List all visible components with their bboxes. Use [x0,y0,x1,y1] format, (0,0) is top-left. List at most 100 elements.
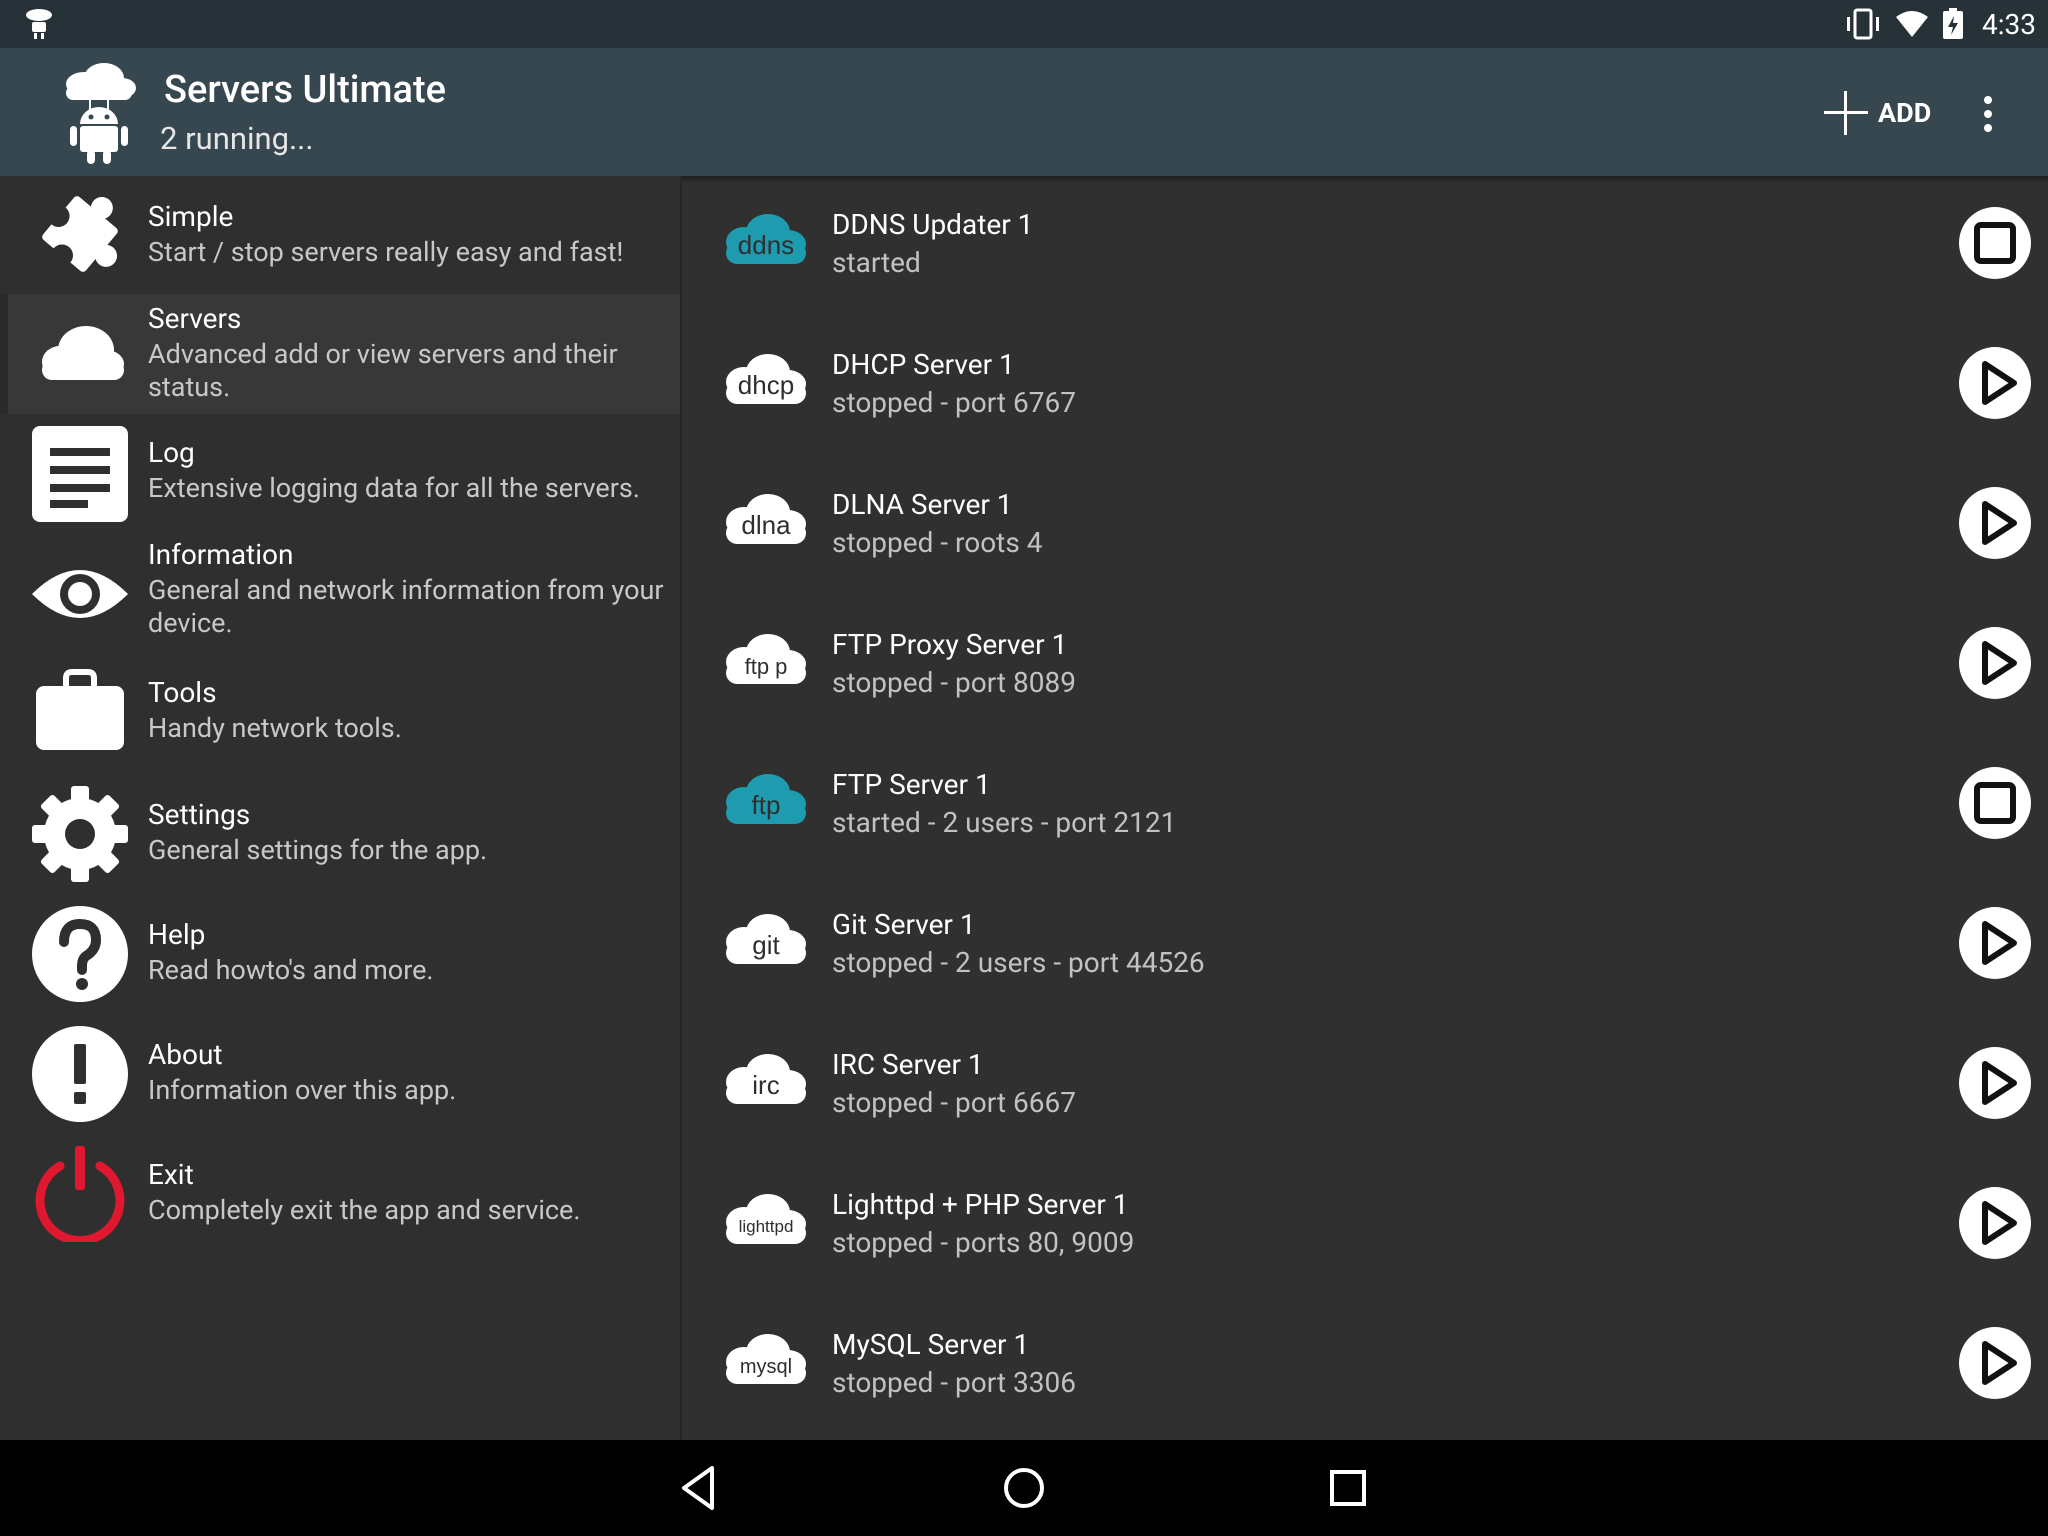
app-logo-icon [66,63,136,164]
server-name: FTP Server 1 [832,768,991,801]
menu-item-log[interactable]: Log Extensive logging data for all the s… [0,414,680,534]
app-notification-icon [26,9,52,39]
home-icon[interactable] [998,1462,1050,1514]
app-bar: Servers Ultimate 2 running... ADD [0,48,2048,184]
menu-item-desc: General settings for the app. [148,834,488,866]
server-tag: dhcp [738,370,794,400]
server-row-ddns[interactable]: ddns DDNS Updater 1 started [682,176,2048,316]
menu-item-title: Servers [148,302,242,335]
plus-icon [1824,91,1868,135]
play-button[interactable] [1958,906,2032,980]
play-button[interactable] [1958,626,2032,700]
battery-icon [1943,8,1963,39]
ddns-cloud-icon: ddns [726,214,806,264]
menu-item-servers[interactable]: Servers Advanced add or view servers and… [0,294,680,414]
server-row-lighttpd[interactable]: lighttpd Lighttpd + PHP Server 1 stopped… [682,1156,2048,1296]
menu-item-desc: Start / stop servers really easy and fas… [148,236,624,268]
server-name: Git Server 1 [832,908,976,941]
server-status: stopped - ports 80, 9009 [832,1226,1135,1259]
play-button[interactable] [1958,1186,2032,1260]
ftp-cloud-icon: ftp [726,774,806,824]
server-name: DHCP Server 1 [832,348,1015,381]
menu-item-desc: Read howto's and more. [148,954,434,986]
about-icon [32,1026,128,1122]
menu-item-desc: General and network information from you… [148,574,664,639]
navigation-menu: Simple Start / stop servers really easy … [0,176,680,1440]
server-row-dlna[interactable]: dlna DLNA Server 1 stopped - roots 4 [682,456,2048,596]
server-status: stopped - 2 users - port 44526 [832,946,1205,979]
menu-item-title: Information [148,538,294,571]
menu-item-tools[interactable]: Tools Handy network tools. [0,654,680,774]
server-status: stopped - port 3306 [832,1366,1076,1399]
server-name: DLNA Server 1 [832,488,1013,521]
server-status: started - 2 users - port 2121 [832,806,1177,839]
menu-item-about[interactable]: About Information over this app. [0,1014,680,1134]
server-tag: dlna [741,510,791,540]
wifi-icon [1896,11,1928,37]
menu-item-title: Settings [148,798,251,831]
overflow-menu-icon[interactable] [1972,90,2004,140]
server-status: stopped - port 6667 [832,1086,1076,1119]
server-row-ftp[interactable]: ftp FTP Server 1 started - 2 users - por… [682,736,2048,876]
git-cloud-icon: git [726,914,806,964]
add-button-label: ADD [1878,97,1932,129]
menu-item-desc: Information over this app. [148,1074,457,1106]
server-row-mysql[interactable]: mysql MySQL Server 1 stopped - port 3306 [682,1296,2048,1436]
system-nav-bar [0,1440,2048,1536]
server-row-irc[interactable]: irc IRC Server 1 stopped - port 6667 [682,1016,2048,1156]
menu-item-information[interactable]: Information General and network informat… [0,534,680,654]
server-row-git[interactable]: git Git Server 1 stopped - 2 users - por… [682,876,2048,1016]
cloud-icon [42,326,124,380]
server-name: DDNS Updater 1 [832,208,1034,241]
server-status: stopped - port 6767 [832,386,1076,419]
server-name: MySQL Server 1 [832,1328,1030,1361]
status-bar: 4:33 [0,0,2048,48]
menu-item-title: Simple [148,200,234,233]
menu-item-exit[interactable]: Exit Completely exit the app and service… [0,1134,680,1254]
server-row-dhcp[interactable]: dhcp DHCP Server 1 stopped - port 6767 [682,316,2048,456]
play-button[interactable] [1958,1046,2032,1120]
menu-item-settings[interactable]: Settings General settings for the app. [0,774,680,894]
server-status: stopped - port 8089 [832,666,1076,699]
vibrate-icon [1847,8,1879,40]
menu-item-desc: Completely exit the app and service. [148,1194,581,1226]
menu-item-desc: Extensive logging data for all the serve… [148,472,640,504]
server-tag: ddns [738,230,794,260]
gear-icon [32,786,128,882]
menu-item-title: About [148,1038,223,1071]
play-button[interactable] [1958,1326,2032,1400]
play-button[interactable] [1958,346,2032,420]
eye-icon [32,570,128,618]
server-tag: mysql [740,1356,792,1378]
clock: 4:33 [1982,7,2036,41]
stop-button[interactable] [1958,206,2032,280]
app-title: Servers Ultimate [164,68,447,112]
play-button[interactable] [1958,486,2032,560]
server-row-ftp-proxy[interactable]: ftp p FTP Proxy Server 1 stopped - port … [682,596,2048,736]
server-name: Lighttpd + PHP Server 1 [832,1188,1129,1221]
mysql-cloud-icon: mysql [726,1334,806,1384]
menu-item-help[interactable]: Help Read howto's and more. [0,894,680,1014]
server-status: started [832,246,921,279]
server-tag: irc [752,1070,779,1100]
menu-item-title: Exit [148,1158,194,1191]
help-icon [32,906,128,1002]
server-tag: ftp p [745,654,788,679]
lighttpd-cloud-icon: lighttpd [726,1194,806,1244]
server-tag: ftp [752,790,781,820]
menu-item-title: Help [148,918,206,951]
server-name: FTP Proxy Server 1 [832,628,1068,661]
irc-cloud-icon: irc [726,1054,806,1104]
stop-button[interactable] [1958,766,2032,840]
ftp-proxy-cloud-icon: ftp p [726,634,806,684]
log-icon [32,426,128,522]
menu-item-simple[interactable]: Simple Start / stop servers really easy … [0,176,680,294]
back-icon[interactable] [674,1462,726,1514]
dlna-cloud-icon: dlna [726,494,806,544]
server-tag: git [752,930,780,960]
add-server-button[interactable]: ADD [1822,88,1931,138]
server-name: IRC Server 1 [832,1048,984,1081]
dhcp-cloud-icon: dhcp [726,354,806,404]
recents-icon[interactable] [1322,1462,1374,1514]
power-icon [35,1146,125,1242]
